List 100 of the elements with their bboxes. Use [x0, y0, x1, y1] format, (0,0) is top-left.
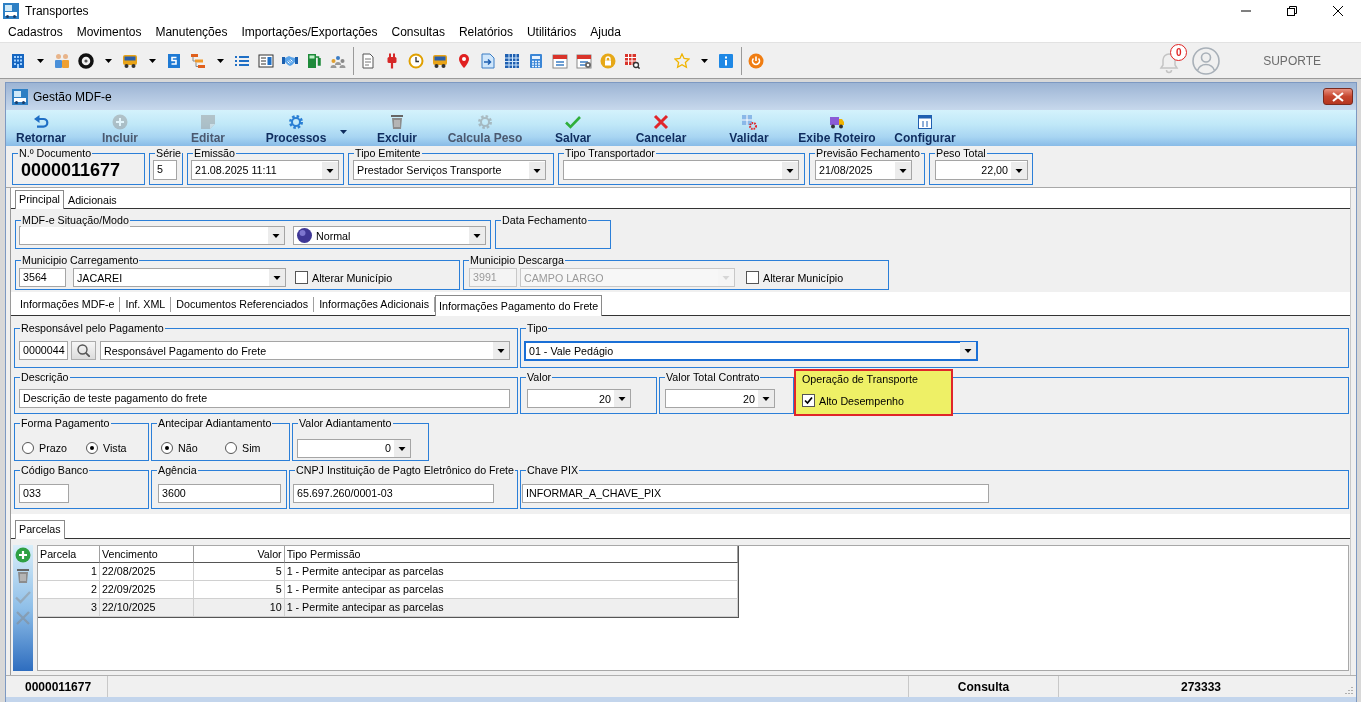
menu-item[interactable]: Utilitários — [519, 22, 584, 42]
tire-icon[interactable] — [78, 52, 94, 69]
caret-icon[interactable] — [700, 58, 708, 63]
caret-icon[interactable] — [104, 58, 112, 63]
user-name[interactable]: SUPORTE — [1263, 53, 1321, 68]
close-button[interactable] — [1323, 88, 1353, 105]
radio-button[interactable] — [161, 442, 173, 454]
dropdown[interactable]: JACAREI — [73, 268, 286, 287]
trash-icon[interactable] — [15, 568, 31, 584]
dropdown[interactable]: 21/08/2025 — [815, 160, 912, 180]
tab[interactable]: Informações Pagamento do Frete — [435, 295, 603, 316]
menu-item[interactable]: Cadastros — [1, 22, 70, 42]
dropdown[interactable]: 20 — [527, 389, 631, 408]
dropdown[interactable]: 0 — [297, 438, 411, 458]
menu-item[interactable]: Consultas — [384, 22, 452, 42]
menu-item[interactable]: Manutenções — [148, 22, 235, 42]
column-header[interactable]: Vencimento — [99, 546, 194, 563]
fuel-pump-icon[interactable] — [306, 52, 322, 69]
resize-grip-icon[interactable] — [1343, 686, 1353, 695]
toolbar-button[interactable]: Cancelar — [617, 110, 705, 146]
caret-icon[interactable] — [148, 58, 156, 63]
plus-circle-icon[interactable] — [15, 547, 31, 563]
text-field[interactable]: 033 — [19, 484, 69, 503]
hierarchy-icon[interactable] — [190, 52, 206, 69]
dropdown[interactable]: 22,00 — [935, 160, 1028, 180]
restore-icon[interactable] — [1287, 6, 1297, 16]
checkbox[interactable] — [802, 394, 815, 407]
dropdown[interactable]: Prestador Serviços Transporte — [353, 160, 546, 180]
toolbar-button[interactable]: Salvar — [529, 110, 617, 146]
caret-icon[interactable] — [1011, 161, 1027, 179]
checkbox[interactable] — [295, 271, 308, 284]
table-search-icon[interactable] — [624, 52, 640, 69]
toolbar-button[interactable]: Configurar — [881, 110, 969, 146]
close-icon[interactable] — [1333, 6, 1343, 16]
dropdown[interactable]: Normal — [293, 226, 486, 245]
table-row[interactable]: 3 22/10/2025 10 1 - Permite antecipar as parcelas — [38, 599, 738, 617]
text-field[interactable]: 3600 — [158, 484, 281, 503]
arrow-document-icon[interactable] — [480, 52, 496, 69]
caret-icon[interactable] — [340, 130, 347, 134]
toolbar-button[interactable]: Validar — [705, 110, 793, 146]
info-icon[interactable] — [718, 52, 734, 69]
radio-button[interactable] — [86, 442, 98, 454]
tab[interactable]: Inf. XML — [120, 297, 172, 312]
search-button[interactable] — [71, 341, 96, 360]
tab[interactable]: Principal — [15, 190, 64, 209]
column-header[interactable]: Tipo Permissão — [284, 546, 738, 563]
dropdown[interactable]: Responsável Pagamento do Frete — [100, 341, 510, 360]
column-header[interactable]: Parcela — [38, 546, 100, 563]
form-icon[interactable] — [258, 52, 274, 69]
menu-item[interactable]: Relatórios — [451, 22, 520, 42]
tab[interactable]: Adicionais — [64, 191, 121, 209]
caret-icon[interactable] — [394, 439, 410, 457]
document-icon[interactable] — [166, 52, 182, 69]
dropdown[interactable]: 01 - Vale Pedágio — [524, 340, 978, 361]
table-row[interactable]: 1 22/08/2025 5 1 - Permite antecipar as parcelas — [38, 563, 738, 581]
text-field[interactable]: 3564 — [19, 268, 66, 287]
power-icon[interactable] — [748, 52, 764, 69]
radio-button[interactable] — [22, 442, 34, 454]
toolbar-button[interactable]: Exibe Roteiro — [793, 110, 881, 146]
dropdown[interactable]: 20 — [665, 389, 775, 408]
text-field[interactable]: INFORMAR_A_CHAVE_PIX — [522, 484, 989, 503]
menu-item[interactable]: Importações/Exportações — [234, 22, 385, 42]
building-icon[interactable] — [10, 52, 26, 69]
caret-icon[interactable] — [960, 342, 976, 359]
text-field[interactable]: 0000044 — [19, 341, 68, 360]
toolbar-button[interactable]: Processos — [252, 110, 353, 146]
clock-icon[interactable] — [408, 52, 424, 69]
text-field[interactable]: 5 — [153, 160, 177, 180]
caret-icon[interactable] — [895, 161, 911, 179]
caret-icon[interactable] — [269, 269, 285, 286]
calculator-icon[interactable] — [528, 52, 544, 69]
caret-icon[interactable] — [268, 227, 284, 244]
caret-icon[interactable] — [36, 58, 44, 63]
people-icon[interactable] — [54, 52, 70, 69]
caret-icon[interactable] — [322, 161, 338, 179]
grid-icon[interactable] — [504, 52, 520, 69]
caret-icon[interactable] — [493, 342, 509, 359]
tab[interactable]: Parcelas — [15, 520, 65, 539]
toolbar-button[interactable]: Excluir — [353, 110, 441, 146]
caret-icon[interactable] — [529, 161, 545, 179]
caret-icon[interactable] — [758, 390, 774, 407]
toolbar-button[interactable]: Retornar — [6, 110, 76, 146]
text-field[interactable]: 65.697.260/0001-03 — [293, 484, 494, 503]
bus-icon[interactable] — [432, 52, 448, 69]
tab[interactable]: Informações MDF-e — [15, 297, 121, 312]
radio-button[interactable] — [225, 442, 237, 454]
caret-icon[interactable] — [614, 390, 630, 407]
plug-icon[interactable] — [384, 52, 400, 69]
caret-icon[interactable] — [782, 161, 798, 179]
menu-item[interactable]: Movimentos — [69, 22, 149, 42]
star-icon[interactable] — [674, 52, 690, 69]
calendar-gear-icon[interactable] — [576, 52, 592, 69]
location-pin-icon[interactable] — [456, 52, 472, 69]
bus-icon[interactable] — [122, 52, 138, 69]
document-icon[interactable] — [360, 52, 376, 69]
tab[interactable]: Documentos Referenciados — [171, 297, 315, 312]
text-field[interactable]: Descrição de teste pagamento do frete — [19, 389, 510, 408]
caret-icon[interactable] — [469, 227, 485, 244]
caret-icon[interactable] — [216, 58, 224, 63]
dropdown[interactable]: 21.08.2025 11:11 — [191, 160, 339, 180]
